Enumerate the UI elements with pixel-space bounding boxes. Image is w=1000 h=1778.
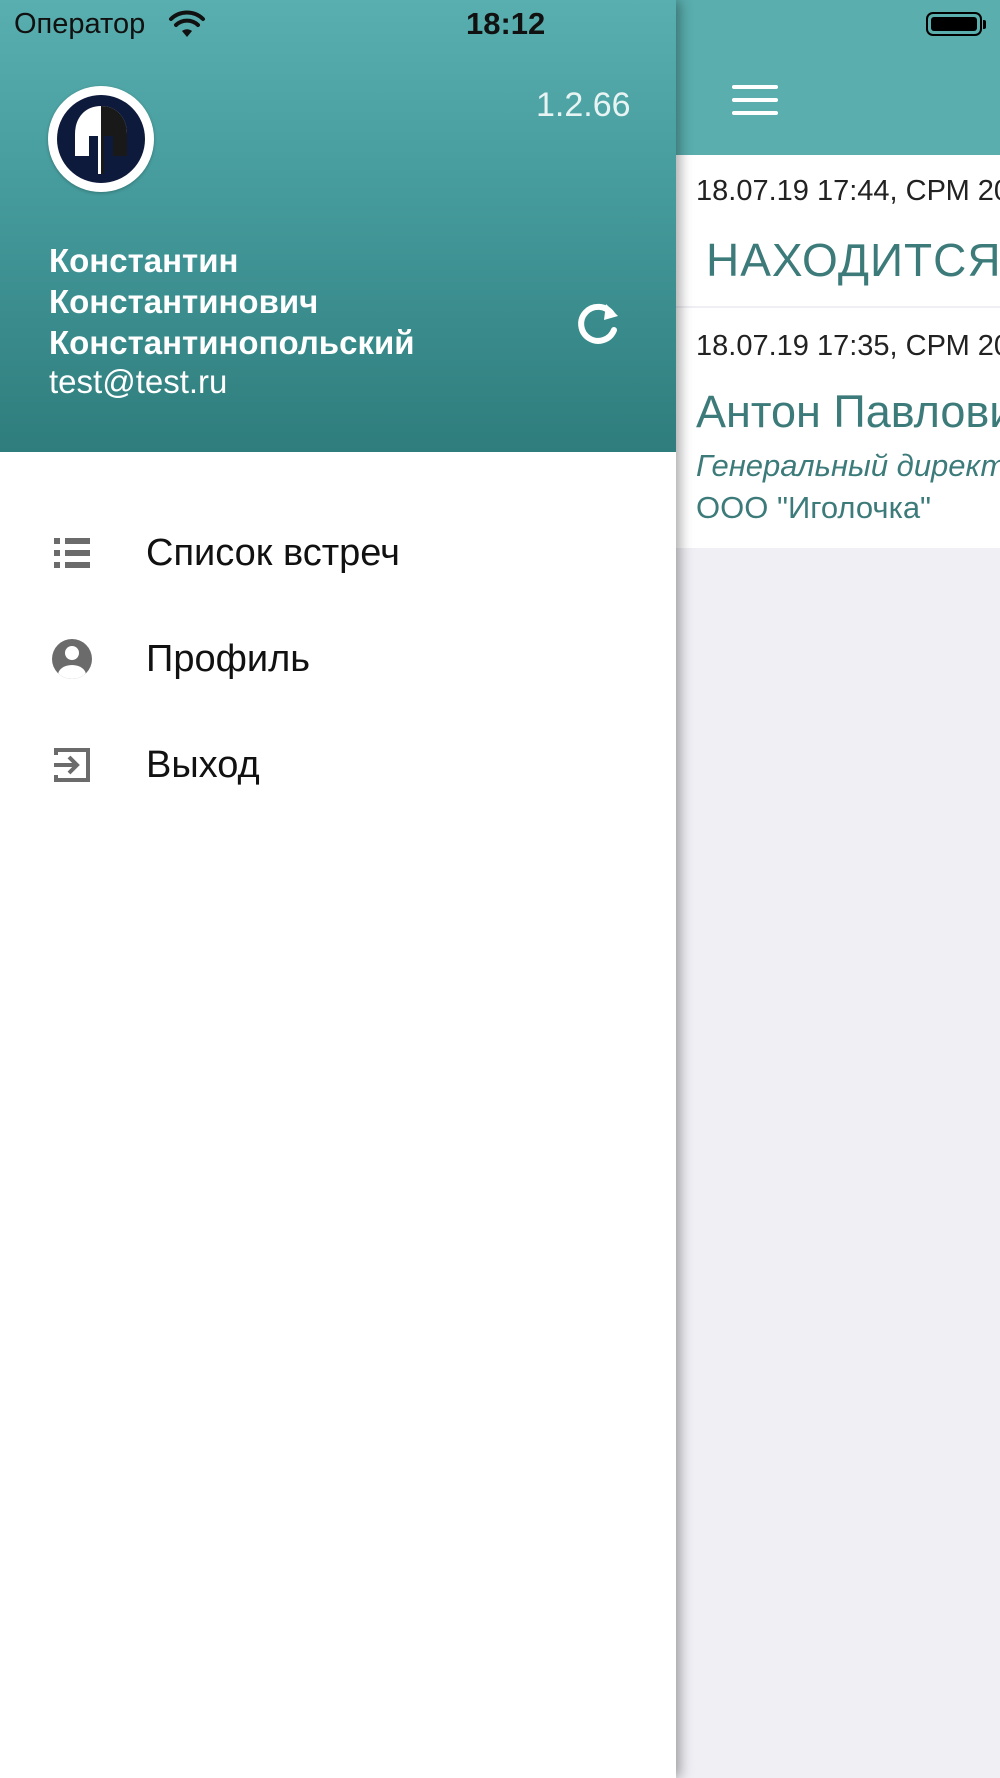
contact-position: Генеральный директор <box>696 448 1000 483</box>
contact-company: ООО "Иголочка" <box>696 490 932 525</box>
battery-cap <box>983 20 986 29</box>
meeting-card[interactable]: 18.07.19 17:44, СРМ 2019 НАХОДИТСЯ В <box>676 155 1000 306</box>
menu-icon[interactable] <box>732 85 778 119</box>
menu-item-label: Выход <box>146 744 260 786</box>
carrier-label: Оператор <box>14 8 146 40</box>
menu-item-meetings[interactable]: Список встреч <box>0 508 676 598</box>
list-icon <box>54 538 90 568</box>
main-header <box>676 0 1000 155</box>
clock: 18:12 <box>466 6 546 41</box>
app-version: 1.2.66 <box>536 86 631 124</box>
menu-item-profile[interactable]: Профиль <box>0 614 676 704</box>
account-circle-icon <box>52 639 92 679</box>
spartan-helmet-icon <box>52 90 150 188</box>
navigation-drawer: Оператор 18:12 1.2.66 Константин Констан… <box>0 0 676 1778</box>
menu-item-label: Профиль <box>146 638 311 680</box>
meetings-screen: 18.07.19 17:44, СРМ 2019 НАХОДИТСЯ В 18.… <box>676 0 1000 1778</box>
meeting-date: 18.07.19 17:44, СРМ 2019 <box>696 175 1000 207</box>
user-name-line: Константинович <box>49 283 319 320</box>
battery-icon <box>926 12 982 36</box>
user-name-line: Константинопольский <box>49 324 415 361</box>
user-name-line: Константин <box>49 242 239 279</box>
contact-name: Антон Павлович <box>696 386 1000 437</box>
wifi-icon <box>169 10 205 37</box>
meeting-status: НАХОДИТСЯ В <box>706 234 1000 286</box>
user-name: Константин Константинович Константинопол… <box>49 240 549 363</box>
meeting-card[interactable]: 18.07.19 17:35, СРМ 2019 Антон Павлович … <box>676 308 1000 548</box>
refresh-icon[interactable] <box>570 298 630 348</box>
menu-item-logout[interactable]: Выход <box>0 720 676 810</box>
menu-item-label: Список встреч <box>146 532 400 574</box>
app-screen: 18.07.19 17:44, СРМ 2019 НАХОДИТСЯ В 18.… <box>0 0 1000 1778</box>
meeting-date: 18.07.19 17:35, СРМ 2019 <box>696 330 1000 362</box>
drawer-header: Оператор 18:12 1.2.66 Константин Констан… <box>0 0 676 452</box>
exit-icon <box>54 748 90 782</box>
avatar[interactable] <box>48 86 154 192</box>
user-email: test@test.ru <box>49 363 228 400</box>
